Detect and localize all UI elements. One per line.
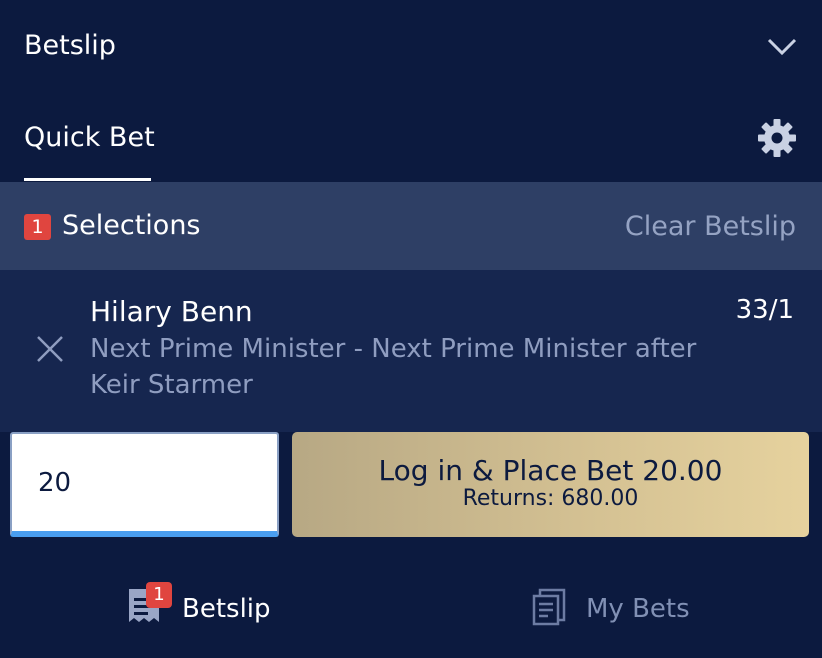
nav-betslip-label: Betslip [182,594,271,624]
stake-field-container [10,432,279,537]
returns-label: Returns: 680.00 [462,486,639,511]
selection-item: Hilary Benn 33/1 Next Prime Minister - N… [0,270,822,432]
close-icon[interactable] [35,334,65,364]
selection-name: Hilary Benn [90,295,253,328]
selection-odds: 33/1 [735,295,794,325]
selection-market: Next Prime Minister - Next Prime Ministe… [90,334,697,400]
tab-quick-bet[interactable]: Quick Bet [24,122,155,153]
place-bet-label: Log in & Place Bet 20.00 [378,454,723,487]
betslip-count-badge: 1 [146,582,172,608]
selections-label: Selections [62,210,201,241]
chevron-down-icon[interactable] [765,32,799,60]
nav-betslip[interactable]: 1 Betslip [126,582,276,632]
bottom-nav: 1 Betslip My Bets [0,560,822,658]
clear-betslip-button[interactable]: Clear Betslip [625,211,796,242]
login-place-bet-button[interactable]: Log in & Place Bet 20.00 Returns: 680.00 [292,432,809,537]
tickets-icon [532,588,566,626]
nav-my-bets-label: My Bets [586,594,690,624]
tab-active-indicator [24,178,151,181]
selections-bar: 1 Selections Clear Betslip [0,182,822,270]
nav-my-bets[interactable]: My Bets [530,582,710,632]
betslip-header[interactable]: Betslip [0,0,822,92]
stake-input[interactable] [38,468,258,498]
betslip-title: Betslip [24,30,116,61]
selections-count-badge: 1 [24,214,51,240]
tab-bar: Quick Bet [0,92,822,182]
gear-icon[interactable] [757,118,797,158]
